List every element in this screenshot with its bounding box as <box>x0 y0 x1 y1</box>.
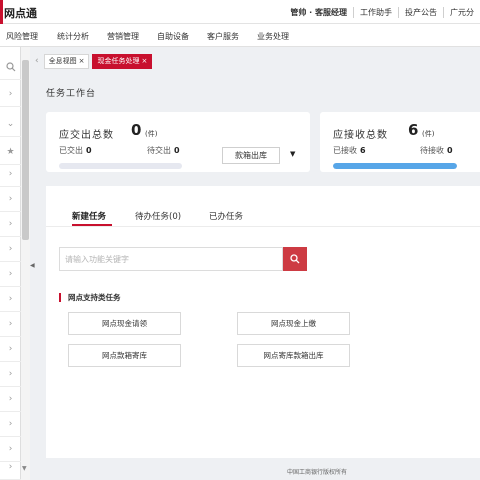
cash-request-button[interactable]: 网点现金请领 <box>68 312 181 335</box>
card-title: 应接收总数 <box>333 130 388 141</box>
tabs-back-icon[interactable]: ‹ <box>35 56 39 66</box>
collapse-sidebar-icon[interactable]: ◀ <box>30 262 35 269</box>
top-header: 网点通 管帅 · 客服经理 工作助手 投产公告 广元分 <box>0 0 480 24</box>
card-unit: (件) <box>422 130 435 138</box>
search-icon <box>290 254 300 264</box>
divider <box>46 226 480 227</box>
nav-marketing[interactable]: 营销管理 <box>107 31 139 42</box>
page-title: 任务工作台 <box>46 89 97 99</box>
sidebar-item[interactable]: › <box>0 212 21 237</box>
chevron-right-icon[interactable]: › <box>0 82 21 107</box>
tab-label: 现金任务处理 <box>97 56 140 65</box>
nav-self-service[interactable]: 自助设备 <box>157 31 189 42</box>
scroll-down-icon[interactable]: ▼ <box>22 465 27 472</box>
receive-progress-fill <box>333 163 457 169</box>
sidebar-item[interactable]: › <box>0 262 21 287</box>
footer-copyright: 中国工商银行版权所有 <box>287 469 348 476</box>
section-marker <box>59 292 61 302</box>
sidebar-item[interactable]: › <box>0 162 21 187</box>
cash-handover-button[interactable]: 网点现金上缴 <box>237 312 350 335</box>
submit-progress-bar <box>59 163 182 169</box>
card-unit: (件) <box>145 130 158 138</box>
submit-summary-card: 应交出总数 0 (件) 已交出 0 待交出 0 款箱出库 ▼ <box>46 112 310 172</box>
nav-risk-management[interactable]: 风险管理 <box>6 31 38 42</box>
pending-receive-count: 待接收 0 <box>420 146 453 155</box>
sidebar-item[interactable]: › <box>0 187 21 212</box>
submitted-count: 已交出 0 <box>59 146 92 155</box>
cashbox-outbound-button[interactable]: 网点寄库款箱出库 <box>237 344 350 367</box>
sidebar-item[interactable]: › <box>0 337 21 362</box>
card-total: 0 <box>131 121 142 139</box>
receive-summary-card: 应接收总数 6 (件) 已接收 6 待接收 0 <box>320 112 480 172</box>
work-assistant-link[interactable]: 工作助手 <box>353 7 398 18</box>
search-icon[interactable] <box>0 55 21 80</box>
receive-progress-bar <box>333 163 457 169</box>
tab-label: 全息视图 <box>48 56 77 65</box>
cashbox-deposit-button[interactable]: 网点款箱寄库 <box>68 344 181 367</box>
card-total: 6 <box>408 121 419 139</box>
tab-cash-task[interactable]: 现金任务处理 × <box>92 53 153 69</box>
nav-business-processing[interactable]: 业务处理 <box>257 31 289 42</box>
close-icon[interactable]: × <box>141 57 147 65</box>
branch-link[interactable]: 广元分 <box>443 7 480 18</box>
nav-statistics[interactable]: 统计分析 <box>57 31 89 42</box>
task-type-select[interactable]: 款箱出库 <box>222 147 280 164</box>
received-count: 已接收 6 <box>333 146 366 155</box>
section-title: 网点支持类任务 <box>68 292 121 302</box>
search-button[interactable] <box>283 247 307 271</box>
release-notice-link[interactable]: 投产公告 <box>398 7 443 18</box>
sidebar: › ⌄ ★ › › › › › › › › › › › › › <box>0 47 21 480</box>
tab-overview[interactable]: 全息视图 × <box>43 53 90 69</box>
sidebar-item[interactable]: › <box>0 455 21 480</box>
sidebar-item[interactable]: › <box>0 287 21 312</box>
tab-todo-task[interactable]: 待办任务(0) <box>135 210 181 222</box>
sidebar-item[interactable]: › <box>0 237 21 262</box>
sidebar-scrollbar-thumb[interactable] <box>22 60 29 240</box>
tab-new-task[interactable]: 新建任务 <box>72 210 106 222</box>
sidebar-item[interactable]: › <box>0 362 21 387</box>
card-title: 应交出总数 <box>59 130 114 141</box>
header-links: 管帅 · 客服经理 工作助手 投产公告 广元分 <box>284 7 480 18</box>
caret-down-icon[interactable]: ▼ <box>290 150 295 158</box>
sidebar-item[interactable]: › <box>0 312 21 337</box>
chevron-down-icon[interactable]: ⌄ <box>0 112 21 137</box>
section-header: 网点支持类任务 <box>59 292 121 302</box>
app-title: 网点通 <box>4 7 37 20</box>
main-nav: 风险管理 统计分析 营销管理 自助设备 客户服务 业务处理 <box>0 24 480 47</box>
nav-customer-service[interactable]: 客户服务 <box>207 31 239 42</box>
user-role[interactable]: 管帅 · 客服经理 <box>284 7 353 18</box>
task-panel: 新建任务 待办任务(0) 已办任务 网点支持类任务 网点现金请领 网点现金上缴 … <box>46 186 480 458</box>
sidebar-item[interactable]: › <box>0 387 21 412</box>
page-tabs: ‹ 全息视图 × 现金任务处理 × <box>35 53 155 69</box>
close-icon[interactable]: × <box>79 57 85 65</box>
pending-submit-count: 待交出 0 <box>147 146 180 155</box>
sidebar-item[interactable]: › <box>0 412 21 437</box>
tab-done-task[interactable]: 已办任务 <box>209 210 243 222</box>
search-input[interactable] <box>59 247 283 271</box>
